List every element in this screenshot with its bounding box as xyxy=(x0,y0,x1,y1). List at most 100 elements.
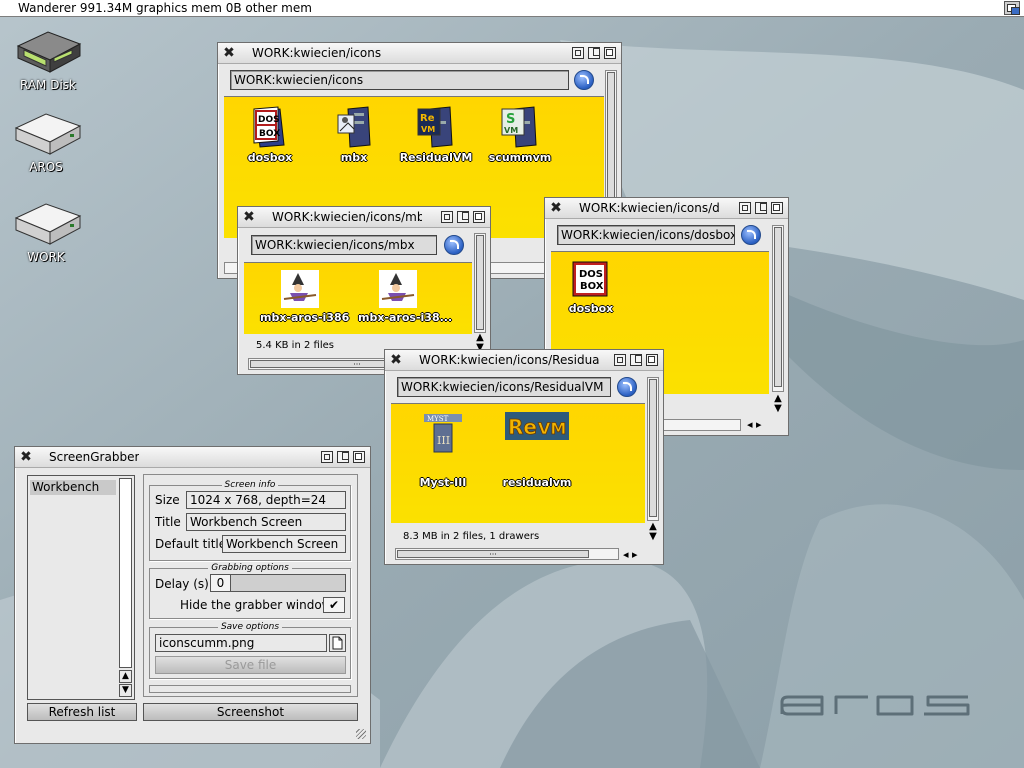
drawer-icon-residualvm[interactable]: Re VM ResidualVM xyxy=(396,105,476,164)
aros-logo: aros xyxy=(780,695,970,716)
dosbox-icon: DOS BOX xyxy=(253,106,285,148)
scroll-down-icon[interactable]: ▼ xyxy=(119,684,132,697)
hide-window-label: Hide the grabber window xyxy=(180,598,332,612)
drawer-icon-myst-iii[interactable]: MYST III Myst-III xyxy=(403,410,483,489)
close-icon[interactable]: ✖ xyxy=(389,353,403,367)
screen-list[interactable]: Workbench ▲ ▼ xyxy=(27,475,135,700)
desktop-icon-aros[interactable]: AROS xyxy=(4,108,88,174)
iconify-icon[interactable] xyxy=(572,47,584,59)
path-field[interactable]: WORK:kwiecien/icons/dosbox xyxy=(557,225,735,245)
depth-icon[interactable] xyxy=(353,451,365,463)
path-field[interactable]: WORK:kwiecien/icons xyxy=(230,70,569,90)
hide-window-checkbox[interactable]: ✔ xyxy=(323,597,345,613)
window-title-bar[interactable]: ✖ WORK:kwiecien/icons/mb xyxy=(238,207,490,228)
window-title-bar[interactable]: ✖ WORK:kwiecien/icons/d xyxy=(545,198,788,219)
drawer-icon-mbx-aros-i386[interactable]: mbx-aros-i386 xyxy=(260,269,349,324)
scroll-knob[interactable] xyxy=(774,227,782,387)
delay-slider[interactable]: 0 xyxy=(210,574,346,592)
drawer-icon-label: mbx xyxy=(340,151,368,164)
parent-icon[interactable] xyxy=(574,70,594,90)
window-screengrabber[interactable]: ✖ ScreenGrabber Workbench ▲ ▼ Screen inf… xyxy=(14,446,371,744)
drawer-icon-mbx-aros-i38[interactable]: mbx-aros-i38... xyxy=(358,269,452,324)
parent-icon[interactable] xyxy=(444,235,464,255)
drawer-area[interactable]: MYST III Myst-III Re VM residualvm xyxy=(391,403,645,523)
list-scrollbar[interactable] xyxy=(119,478,132,668)
window-title: WORK:kwiecien/icons xyxy=(252,46,382,60)
list-item[interactable]: Workbench xyxy=(30,480,116,495)
delay-value: 0 xyxy=(211,575,231,591)
drawer-icon-residualvm[interactable]: Re VM residualvm xyxy=(497,410,577,489)
iconify-icon[interactable] xyxy=(441,211,453,223)
depth-icon[interactable] xyxy=(646,354,658,366)
scummvm-icon: S VM xyxy=(501,106,537,148)
refresh-list-button[interactable]: Refresh list xyxy=(27,703,137,721)
svg-text:DOS: DOS xyxy=(258,115,280,125)
drawer-area[interactable]: mbx-aros-i386 mbx-aros-i38... xyxy=(244,262,472,334)
parent-icon[interactable] xyxy=(617,377,637,397)
drawer-icon-label: Myst-III xyxy=(419,476,467,489)
drawer-icon-scummvm[interactable]: S VM scummvm xyxy=(480,105,560,164)
horizontal-scroll-arrows[interactable]: ◂ ▸ xyxy=(623,549,638,561)
depth-icon[interactable] xyxy=(771,202,783,214)
desktop-icon-work[interactable]: WORK xyxy=(4,198,88,264)
iconify-icon[interactable] xyxy=(614,354,626,366)
drawer-icon-dosbox[interactable]: DOS BOX dosbox xyxy=(230,105,310,164)
horizontal-scroll-arrows[interactable]: ◂ ▸ xyxy=(747,419,762,431)
drawer-icon-dosbox[interactable]: DOS BOX dosbox xyxy=(551,260,631,315)
window-title: ScreenGrabber xyxy=(49,450,140,464)
zoom-icon[interactable] xyxy=(337,451,349,463)
save-file-button[interactable]: Save file xyxy=(155,656,346,674)
desktop-icon-label: RAM Disk xyxy=(19,78,76,92)
size-label: Size xyxy=(155,493,180,507)
close-icon[interactable]: ✖ xyxy=(549,201,563,215)
drawer-icon-label: dosbox xyxy=(247,151,293,164)
drawer-icon-mbx[interactable]: mbx xyxy=(314,105,394,164)
zoom-icon[interactable] xyxy=(630,354,642,366)
path-field[interactable]: WORK:kwiecien/icons/ResidualVM xyxy=(397,377,611,397)
scroll-arrows[interactable]: ▲ ▼ xyxy=(647,522,659,542)
close-icon[interactable]: ✖ xyxy=(222,46,236,60)
iconify-icon[interactable] xyxy=(321,451,333,463)
window-title-bar[interactable]: ✖ WORK:kwiecien/icons/Residua xyxy=(385,350,663,371)
drawer-icon-label: dosbox xyxy=(568,302,614,315)
screen-depth-icon[interactable] xyxy=(1004,1,1020,15)
zoom-icon[interactable] xyxy=(755,202,767,214)
scroll-knob[interactable] xyxy=(649,379,657,517)
vertical-scrollbar[interactable] xyxy=(647,377,659,521)
iconify-icon[interactable] xyxy=(739,202,751,214)
close-icon[interactable]: ✖ xyxy=(19,450,33,464)
close-icon[interactable]: ✖ xyxy=(242,210,256,224)
size-value: 1024 x 768, depth=24 xyxy=(186,491,346,509)
window-residua[interactable]: ✖ WORK:kwiecien/icons/Residua WORK:kwiec… xyxy=(384,349,664,565)
screenshot-button[interactable]: Screenshot xyxy=(143,703,358,721)
window-title: WORK:kwiecien/icons/mb xyxy=(272,210,422,224)
scroll-knob[interactable] xyxy=(476,235,484,330)
residualvm-icon: Re VM xyxy=(417,106,453,148)
dosbox-icon: DOS BOX xyxy=(572,261,608,297)
witch-icon xyxy=(281,270,319,308)
parent-icon[interactable] xyxy=(741,225,761,245)
resize-handle[interactable] xyxy=(356,729,366,739)
group-title: Save options xyxy=(217,622,283,632)
vertical-scrollbar[interactable] xyxy=(772,225,784,392)
zoom-icon[interactable] xyxy=(457,211,469,223)
filename-field[interactable]: iconscumm.png xyxy=(155,634,327,652)
window-title-bar[interactable]: ✖ WORK:kwiecien/icons xyxy=(218,43,621,64)
horizontal-scrollbar[interactable]: ··· xyxy=(395,548,619,560)
zoom-icon[interactable] xyxy=(588,47,600,59)
group-title: Screen info xyxy=(221,480,279,490)
file-requester-icon[interactable] xyxy=(329,634,346,652)
scroll-knob[interactable]: ··· xyxy=(397,550,589,559)
svg-text:VM: VM xyxy=(504,126,518,135)
depth-icon[interactable] xyxy=(604,47,616,59)
screen-title: Wanderer 991.34M graphics mem 0B other m… xyxy=(18,1,312,15)
path-field[interactable]: WORK:kwiecien/icons/mbx xyxy=(251,235,437,255)
scroll-arrows[interactable]: ▲ ▼ xyxy=(772,394,784,414)
vertical-scrollbar[interactable] xyxy=(474,233,486,333)
scroll-up-icon[interactable]: ▲ xyxy=(119,670,132,683)
window-title-bar[interactable]: ✖ ScreenGrabber xyxy=(15,447,370,468)
depth-icon[interactable] xyxy=(473,211,485,223)
status-text: 8.3 MB in 2 files, 1 drawers xyxy=(403,531,540,542)
revm-icon: Re VM xyxy=(505,412,569,440)
desktop-icon-ram-disk[interactable]: RAM Disk xyxy=(6,24,90,92)
